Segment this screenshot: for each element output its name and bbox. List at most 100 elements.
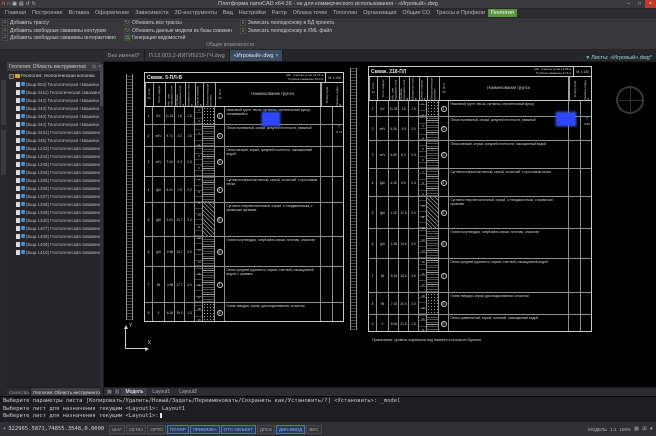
- tree-item-borehole[interactable]: (Выр.1338) Геологическая скважина: [7, 200, 103, 208]
- toggle-ОТС-ОБЪЕКТ[interactable]: ОТС-ОБЪЕКТ: [221, 425, 256, 434]
- tree-item-borehole[interactable]: (Выр.1339) Геологическая скважина: [7, 208, 103, 216]
- document-tab[interactable]: П.12.003.2-ИИГИ5219-ГЧ.dwg: [145, 50, 230, 61]
- ribbon-tab[interactable]: Построение: [29, 9, 66, 17]
- palette-scrollbar[interactable]: [100, 62, 103, 396]
- toggle-ПОЛЯР[interactable]: ПОЛЯР: [167, 425, 189, 434]
- open-icon[interactable]: □: [7, 1, 10, 8]
- undo-icon[interactable]: ↺: [26, 1, 30, 8]
- pin-icon[interactable]: ⊙: [92, 64, 96, 70]
- layout-tab-Layout2[interactable]: Layout2: [175, 388, 201, 396]
- ribbon-tab[interactable]: Оформление: [92, 9, 132, 17]
- navigation-wheel-icon[interactable]: [616, 86, 644, 114]
- sheet-space-icon[interactable]: ▥: [114, 388, 121, 396]
- ribbon-button[interactable]: +Добавить трассу: [2, 19, 116, 27]
- tree-item-borehole[interactable]: (Выр.442) Геологическая скважина: [7, 96, 103, 104]
- minimize-button[interactable]: –: [623, 0, 634, 8]
- sheets-dropdown[interactable]: ▾ Листы: «Игровый».dwg*: [582, 55, 656, 61]
- ribbon-button-label: Добавить свободные скважины контуром: [10, 28, 106, 34]
- tree-item-borehole[interactable]: (Выр.803) Геологическая скважина: [7, 80, 103, 88]
- vertical-panel-tab[interactable]: [1, 130, 6, 175]
- toggle-ДПСК[interactable]: ДПСК: [257, 425, 275, 434]
- toggle-ДИН-ВВОД[interactable]: ДИН-ВВОД: [276, 425, 305, 434]
- layout-tab-Модель[interactable]: Модель: [121, 388, 147, 396]
- ribbon-tab[interactable]: 3D-инструменты: [172, 9, 220, 17]
- ribbon-button[interactable]: ▤Генерация ведомостей: [124, 34, 232, 42]
- fullscreen-icon[interactable]: ⊞: [642, 426, 647, 432]
- tree-item-borehole[interactable]: (Выр.1407) Геологическая скважина: [7, 224, 103, 232]
- tree-item-borehole[interactable]: (Выр.1244) Геологическая скважина: [7, 152, 103, 160]
- toggle-ПРИВЯЗКА[interactable]: ПРИВЯЗКА: [190, 425, 220, 434]
- tree-item-borehole[interactable]: (Выр.1340) Геологическая скважина: [7, 216, 103, 224]
- ribbon-button[interactable]: ↻Обновить данные модели из базы скважин: [124, 27, 232, 35]
- command-line[interactable]: Выберите параметры листа [Копировать/Уда…: [0, 396, 656, 421]
- command-prompt[interactable]: Выберите лист для назначения текущим <La…: [3, 413, 653, 421]
- tree-item-borehole[interactable]: (Выр.1409) Геологическая скважина: [7, 240, 103, 248]
- document-tab[interactable]: «Игровый».dwg×: [230, 50, 284, 61]
- tree-item-borehole[interactable]: (Выр.1408) Геологическая скважина: [7, 232, 103, 240]
- toggle-ОРТО[interactable]: ОРТО: [147, 425, 165, 434]
- layout-tab-Layout1[interactable]: Layout1: [148, 388, 174, 396]
- cell: 1.5: [409, 101, 419, 116]
- drawing-canvas[interactable]: Примечание: уровень подземных вод замере…: [104, 62, 656, 387]
- tree-item-borehole[interactable]: (Выр.4431) Геологическая скважина: [7, 128, 103, 136]
- toggle-СЕТКА[interactable]: СЕТКА: [126, 425, 147, 434]
- collapse-icon[interactable]: −: [9, 74, 14, 79]
- borehole-table-1[interactable]: Скваж. 5-ПЛ-ВАбс. отметка устья 12.74 мГ…: [144, 72, 344, 322]
- ribbon-tab[interactable]: Организация: [360, 9, 399, 17]
- ribbon-tab[interactable]: Общие СО: [399, 9, 433, 17]
- toggle-ШАГ[interactable]: ШАГ: [109, 425, 125, 434]
- tree-item-borehole[interactable]: (Выр.444) Геологическая скважина: [7, 120, 103, 128]
- selection-highlight[interactable]: [263, 113, 279, 125]
- tree-item-borehole[interactable]: (Выр.1337) Геологическая скважина: [7, 192, 103, 200]
- ribbon-button[interactable]: ⇓Записать геоподоснову в БД проекта: [240, 19, 334, 27]
- tree-item-borehole[interactable]: (Выр.1336) Геологическая скважина: [7, 184, 103, 192]
- vertical-panel-tab[interactable]: [1, 80, 6, 125]
- app-logo[interactable]: n: [2, 1, 5, 8]
- tree-item-borehole[interactable]: (Выр.1334) Геологическая скважина: [7, 168, 103, 176]
- ribbon-tab[interactable]: Вставка: [66, 9, 92, 17]
- scrollbar-thumb[interactable]: [100, 64, 103, 106]
- tree-item-borehole[interactable]: (Выр.1245) Геологическая скважина: [7, 160, 103, 168]
- tree-item-borehole[interactable]: (Выр.445) Геологическая скважина: [7, 136, 103, 144]
- ribbon-tab[interactable]: Трассы и Профили: [433, 9, 488, 17]
- close-button[interactable]: ×: [645, 0, 656, 8]
- tree-item-borehole[interactable]: (Выр.443) Геологическая скважина: [7, 104, 103, 112]
- tree-item-borehole[interactable]: (Выр.1410) Геологическая скважина: [7, 248, 103, 256]
- tree-item-label: (Выр.442) Геологическая скважина: [26, 98, 99, 103]
- borehole-table-2[interactable]: Скваж. 218-ПЛАбс. отметка устья 12.85 мГ…: [368, 66, 592, 332]
- tool-palette-header[interactable]: Геология: Область инструментов ⊙ ×: [7, 62, 103, 71]
- ribbon-tab[interactable]: Настройки: [236, 9, 269, 17]
- tree-item-borehole[interactable]: (Выр.4411) Геологическая скважина: [7, 88, 103, 96]
- ribbon-tab[interactable]: Облака точек: [290, 9, 330, 17]
- toggle-ВЕС[interactable]: ВЕС: [306, 425, 321, 434]
- cell: mIV: [377, 117, 389, 140]
- ribbon-tab[interactable]: Растр: [269, 9, 290, 17]
- close-tab-icon[interactable]: ×: [275, 53, 278, 59]
- tree-item-borehole[interactable]: (Выр.440) Геологическая скважина: [7, 112, 103, 120]
- ribbon-tab[interactable]: Топоплан: [330, 9, 360, 17]
- maximize-button[interactable]: □: [634, 0, 645, 8]
- tree-root-item[interactable]: −Геология: геологическая колонка: [7, 72, 103, 80]
- print-icon[interactable]: ▤: [19, 1, 24, 8]
- document-tab[interactable]: Без имени0*: [104, 50, 145, 61]
- tree-item-borehole[interactable]: (Выр.1243) Геологическая скважина: [7, 144, 103, 152]
- ribbon-tab[interactable]: Главная: [2, 9, 29, 17]
- palette-tab[interactable]: Геология: Область инструментов: [31, 388, 103, 396]
- ribbon-button[interactable]: ⇓Записать геоподоснову в XML-файл: [240, 27, 334, 35]
- depth-scale-cell: [195, 203, 203, 236]
- notifications-icon[interactable]: ●: [650, 426, 653, 432]
- ribbon-tab[interactable]: Зависимости: [132, 9, 171, 17]
- save-icon[interactable]: ▣: [12, 1, 17, 8]
- status-bar: + 322965.5871,74855.3548,0.0000 ШАГСЕТКА…: [0, 421, 656, 436]
- palette-tab[interactable]: Свойства: [7, 388, 31, 396]
- model-space-icon[interactable]: ▦: [106, 388, 113, 396]
- ribbon-tab[interactable]: Вид: [220, 9, 236, 17]
- ribbon-button[interactable]: ↻Обновить все трассы: [124, 19, 232, 27]
- tree-item-borehole[interactable]: (Выр.1335) Геологическая скважина: [7, 176, 103, 184]
- selection-highlight[interactable]: [557, 113, 575, 125]
- ribbon-tab[interactable]: Геология: [488, 9, 517, 17]
- ribbon-button[interactable]: +Добавить свободные скважины интерактивн…: [2, 34, 116, 42]
- redo-icon[interactable]: ↻: [32, 1, 36, 8]
- grid-display-icon[interactable]: ▦: [634, 426, 639, 432]
- ribbon-button[interactable]: +Добавить свободные скважины контуром: [2, 27, 116, 35]
